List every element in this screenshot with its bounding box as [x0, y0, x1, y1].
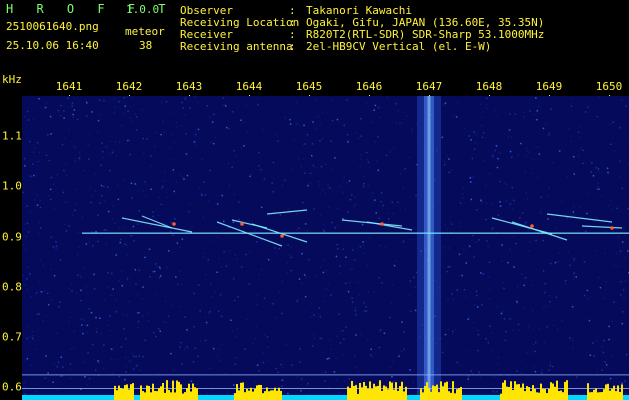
meteor-streak: [141, 215, 173, 229]
meteor-streak: [121, 217, 193, 233]
spectrogram-plot: [22, 96, 629, 400]
freq-label-0-9: 0.9: [2, 230, 22, 244]
time-label-1649: 1649: [535, 80, 563, 93]
time-label-1644: 1644: [235, 80, 263, 93]
freq-label-0-7: 0.7: [2, 330, 22, 344]
noise-texture: [22, 96, 629, 400]
meteor-streak: [216, 221, 283, 247]
meteor-echo-hot: [172, 222, 176, 226]
meteor-streak: [266, 209, 308, 215]
app-version: 1.0.0: [126, 3, 160, 16]
antenna-label: Receiving antenna: [180, 40, 293, 53]
time-label-1646: 1646: [355, 80, 383, 93]
unit-label: kHz: [2, 73, 22, 86]
antenna-value: 2el-HB9CV Vertical (el. E-W): [306, 40, 492, 53]
spectrogram-canvas: [22, 96, 629, 400]
meteor-echo-hot: [240, 222, 244, 226]
meteor-count: 38: [139, 39, 153, 52]
freq-label-1-1: 1.1: [2, 129, 22, 143]
freq-label-0-6: 0.6: [2, 380, 22, 394]
capture-datetime: 25.10.06 16:40: [6, 39, 99, 52]
meteor-echo-hot: [280, 234, 284, 238]
time-label-1641: 1641: [55, 80, 83, 93]
time-label-1650: 1650: [595, 80, 623, 93]
meteor-label: meteor: [125, 25, 165, 38]
meteor-streak: [581, 225, 623, 229]
meteor-echo-hot: [380, 222, 384, 226]
time-label-1648: 1648: [475, 80, 503, 93]
antenna-sep: :: [289, 40, 296, 53]
capture-filename: 2510061640.png: [6, 20, 99, 33]
time-label-1643: 1643: [175, 80, 203, 93]
time-label-1642: 1642: [115, 80, 143, 93]
meteor-streak: [546, 213, 613, 223]
freq-label-0-8: 0.8: [2, 280, 22, 294]
time-label-1647: 1647: [415, 80, 443, 93]
meteor-streak: [366, 221, 413, 231]
meteor-echo-hot: [530, 224, 534, 228]
meteor-streak: [511, 221, 568, 241]
meteor-echo-hot: [610, 226, 614, 230]
header-panel: H R O F F T 1.0.0 2510061640.png meteor …: [0, 0, 629, 72]
time-label-1645: 1645: [295, 80, 323, 93]
freq-label-1-0: 1.0: [2, 179, 22, 193]
activity-histogram: [114, 380, 623, 400]
interference-center: [427, 96, 431, 400]
